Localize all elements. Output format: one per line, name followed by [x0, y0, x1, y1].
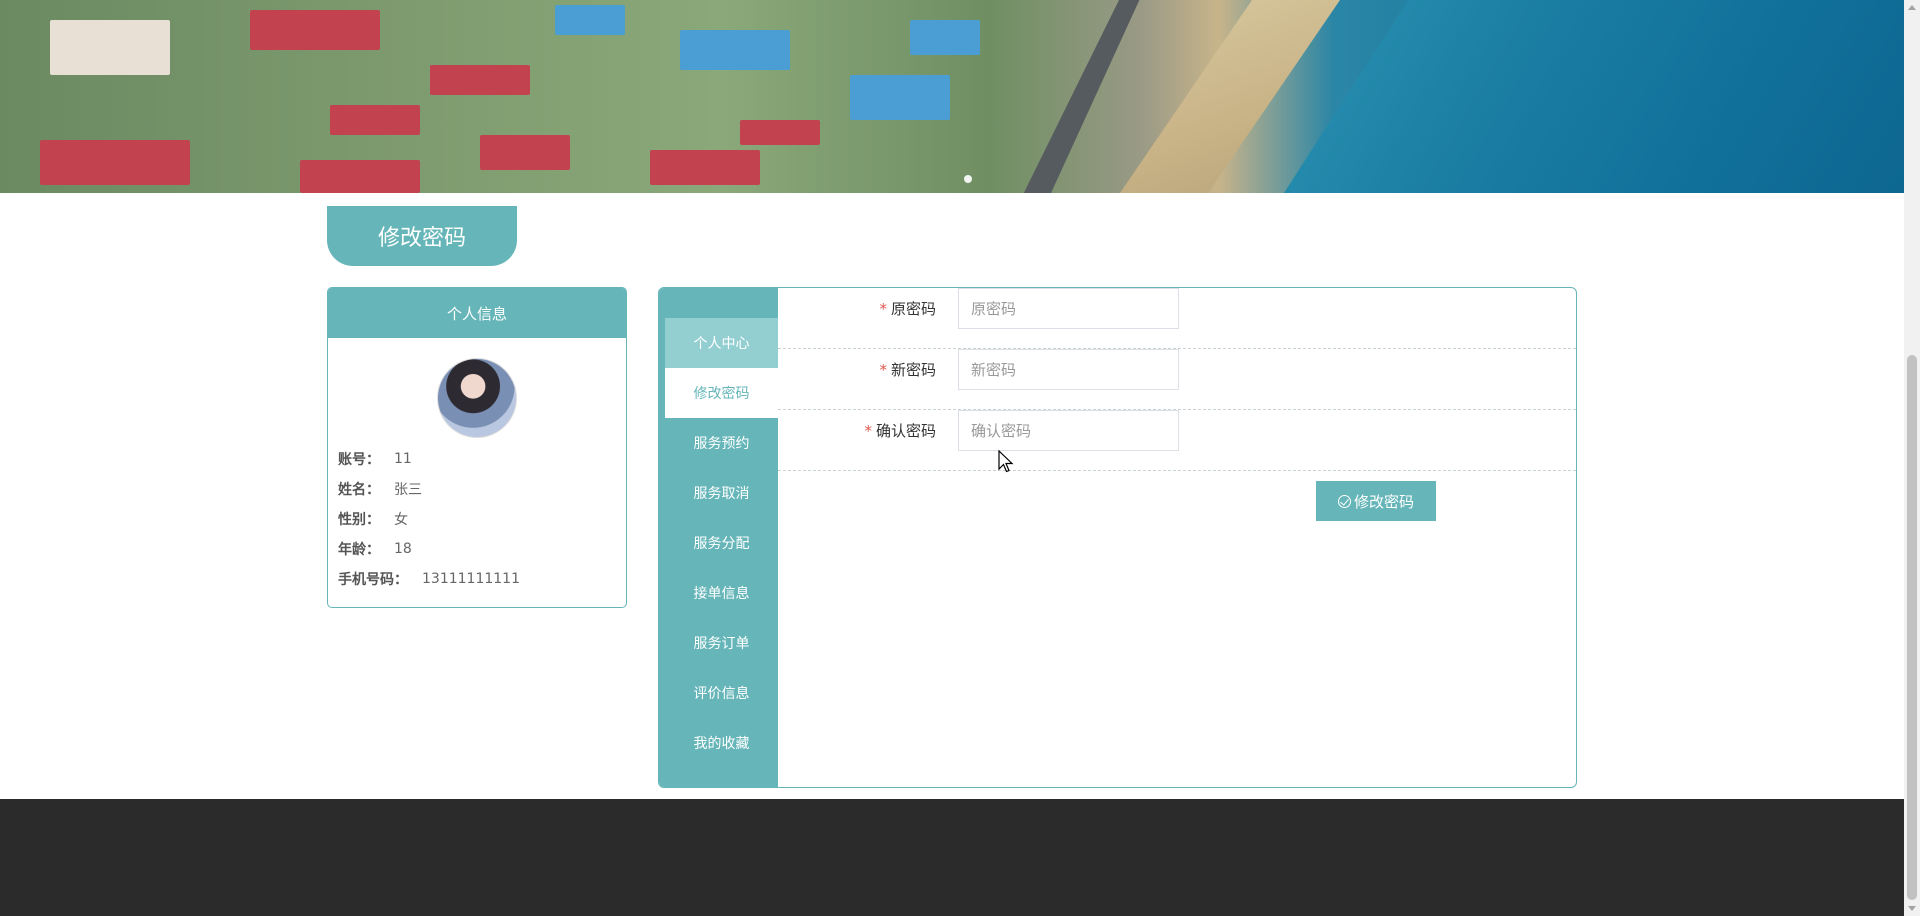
profile-row-phone: 手机号码： 13111111111 — [328, 564, 626, 594]
confirm-password-input[interactable] — [958, 410, 1179, 451]
banner-building — [740, 120, 820, 145]
menu-item-service-orders[interactable]: 服务订单 — [665, 618, 778, 668]
form-label: * 原密码 — [879, 288, 936, 329]
scroll-down-icon[interactable] — [1908, 906, 1916, 911]
banner-building — [555, 5, 625, 35]
profile-label: 年龄： — [338, 542, 380, 558]
form-label-text: 确认密码 — [875, 422, 936, 440]
password-form: * 原密码 * 新密码 * 确认密码 修改密码 — [778, 288, 1576, 787]
required-marker: * — [879, 360, 887, 379]
menu-item-change-password[interactable]: 修改密码 — [665, 368, 778, 418]
profile-label: 姓名： — [338, 482, 380, 498]
hero-banner — [0, 0, 1904, 193]
form-label: * 确认密码 — [864, 410, 936, 451]
required-marker: * — [879, 299, 887, 318]
menu-item-service-booking[interactable]: 服务预约 — [665, 418, 778, 468]
form-label-text: 原密码 — [890, 300, 936, 318]
banner-building — [330, 105, 420, 135]
form-row-new-password: * 新密码 — [778, 349, 1576, 410]
change-password-button-label: 修改密码 — [1353, 492, 1414, 511]
banner-ocean — [1284, 0, 1904, 193]
profile-value: 13111111111 — [422, 571, 520, 587]
profile-value: 张三 — [394, 482, 422, 498]
main-panel: 个人中心 修改密码 服务预约 服务取消 服务分配 接单信息 服务订单 评价信息 … — [658, 287, 1577, 788]
profile-label: 账号： — [338, 452, 380, 468]
banner-building — [680, 30, 790, 70]
profile-card-header: 个人信息 — [328, 288, 626, 338]
profile-row-name: 姓名： 张三 — [328, 474, 626, 504]
required-marker: * — [864, 421, 872, 440]
menu-item-personal-center[interactable]: 个人中心 — [665, 318, 778, 368]
side-menu: 个人中心 修改密码 服务预约 服务取消 服务分配 接单信息 服务订单 评价信息 … — [659, 288, 778, 787]
change-password-button[interactable]: 修改密码 — [1316, 481, 1436, 521]
form-label: * 新密码 — [879, 349, 936, 390]
carousel-indicator-dot[interactable] — [964, 175, 972, 183]
form-label-text: 新密码 — [890, 361, 936, 379]
banner-building — [300, 160, 420, 193]
profile-row-age: 年龄： 18 — [328, 534, 626, 564]
banner-building — [40, 140, 190, 185]
profile-value: 11 — [394, 451, 412, 467]
banner-building — [430, 65, 530, 95]
page-title: 修改密码 — [327, 206, 517, 266]
new-password-input[interactable] — [958, 349, 1179, 390]
scrollbar-thumb[interactable] — [1907, 355, 1917, 900]
profile-label: 手机号码： — [338, 572, 408, 588]
form-row-confirm-password: * 确认密码 — [778, 410, 1576, 471]
banner-building — [250, 10, 380, 50]
menu-item-reviews[interactable]: 评价信息 — [665, 668, 778, 718]
profile-row-account: 账号： 11 — [328, 444, 626, 474]
profile-value: 18 — [394, 541, 412, 557]
banner-building — [50, 20, 170, 75]
page-footer — [0, 799, 1904, 916]
banner-building — [480, 135, 570, 170]
menu-item-order-accept[interactable]: 接单信息 — [665, 568, 778, 618]
profile-value: 女 — [394, 512, 408, 528]
profile-card: 个人信息 账号： 11 姓名： 张三 性别： 女 年龄： 18 手机号码： 13… — [327, 287, 627, 608]
form-row-old-password: * 原密码 — [778, 288, 1576, 349]
avatar — [437, 358, 517, 438]
check-circle-icon — [1337, 494, 1351, 508]
banner-building — [850, 75, 950, 120]
banner-building — [910, 20, 980, 55]
profile-row-gender: 性别： 女 — [328, 504, 626, 534]
banner-building — [650, 150, 760, 185]
menu-item-service-cancel[interactable]: 服务取消 — [665, 468, 778, 518]
scroll-up-icon[interactable] — [1908, 5, 1916, 10]
page-scrollbar[interactable] — [1904, 0, 1920, 916]
profile-label: 性别： — [338, 512, 380, 528]
menu-item-favorites[interactable]: 我的收藏 — [665, 718, 778, 768]
old-password-input[interactable] — [958, 288, 1179, 329]
menu-item-service-assign[interactable]: 服务分配 — [665, 518, 778, 568]
